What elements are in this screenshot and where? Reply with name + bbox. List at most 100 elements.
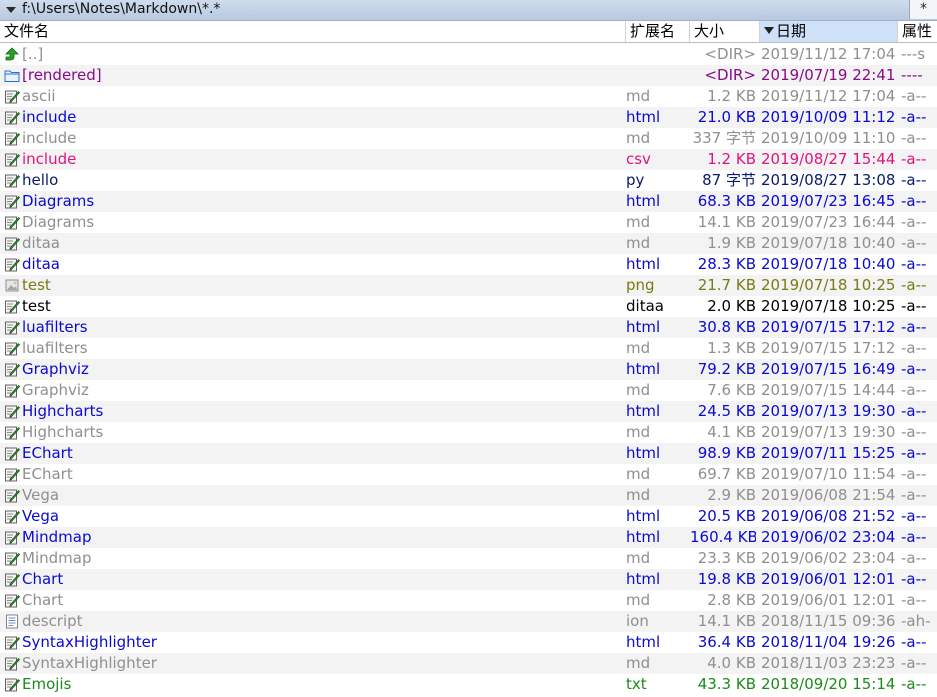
file-attr: -a-- [901, 444, 927, 462]
pen-file-icon [4, 299, 20, 314]
dropdown-arrow-icon[interactable] [6, 7, 16, 13]
file-name: ascii [22, 87, 56, 105]
file-row[interactable]: EChart html 98.9 KB 2019/07/11 15:25 -a-- [0, 443, 937, 464]
file-row[interactable]: test png 21.7 KB 2019/07/18 10:25 -a-- [0, 275, 937, 296]
file-row[interactable]: [..] <DIR> 2019/11/12 17:04 ---s [0, 44, 937, 65]
file-row[interactable]: EChart md 69.7 KB 2019/07/10 11:54 -a-- [0, 464, 937, 485]
file-size: 43.3 KB [697, 675, 756, 693]
file-row[interactable]: luafilters html 30.8 KB 2019/07/15 17:12 -a-… [0, 317, 937, 338]
file-name: Diagrams [22, 192, 95, 210]
pen-file-icon [4, 656, 20, 671]
current-path[interactable]: f:\Users\Notes\Markdown\*.* [22, 1, 220, 17]
file-row[interactable]: ditaa html 28.3 KB 2019/07/18 10:40 -a-- [0, 254, 937, 275]
file-size: 20.5 KB [697, 507, 756, 525]
file-ext: md [626, 381, 651, 399]
pen-file-icon [4, 362, 20, 377]
file-ext: md [626, 549, 651, 567]
file-row[interactable]: SyntaxHighlighter md 4.0 KB 2018/11/03 23:2… [0, 653, 937, 674]
file-row[interactable]: descript ion 14.1 KB 2018/11/15 09:36 -ah- [0, 611, 937, 632]
file-date: 2019/06/02 23:04 [761, 549, 896, 567]
file-ext: html [626, 192, 661, 210]
file-date: 2019/07/19 22:41 [761, 66, 896, 84]
file-date: 2019/10/09 11:12 [761, 108, 896, 126]
file-row[interactable]: Mindmap html 160.4 KB 2019/06/02 23:04 -a-- [0, 527, 937, 548]
file-name: EChart [22, 444, 73, 462]
file-row[interactable]: Mindmap md 23.3 KB 2019/06/02 23:04 -a-- [0, 548, 937, 569]
file-date: 2019/07/15 17:12 [761, 339, 896, 357]
file-name: include [22, 129, 77, 147]
file-attr: -a-- [901, 87, 927, 105]
file-name: [..] [22, 45, 44, 63]
column-size[interactable]: 大小 [690, 21, 760, 42]
file-ext: md [626, 486, 651, 504]
filter-button[interactable]: * [909, 0, 937, 19]
file-row[interactable]: Graphviz html 79.2 KB 2019/07/15 16:49 -a-- [0, 359, 937, 380]
pen-file-icon [4, 194, 20, 209]
column-ext[interactable]: 扩展名 [626, 21, 690, 42]
file-row[interactable]: Highcharts md 4.1 KB 2019/07/13 19:30 -a-- [0, 422, 937, 443]
file-date: 2019/07/18 10:40 [761, 255, 896, 273]
file-row[interactable]: ditaa md 1.9 KB 2019/07/18 10:40 -a-- [0, 233, 937, 254]
file-ext: ditaa [626, 297, 664, 315]
file-row[interactable]: include md 337 字节 2019/10/09 11:10 -a-- [0, 128, 937, 149]
file-date: 2019/06/02 23:04 [761, 528, 896, 546]
file-row[interactable]: include csv 1.2 KB 2019/08/27 15:44 -a-- [0, 149, 937, 170]
file-row[interactable]: hello py 87 字节 2019/08/27 13:08 -a-- [0, 170, 937, 191]
file-row[interactable]: Vega md 2.9 KB 2019/06/08 21:54 -a-- [0, 485, 937, 506]
file-size: 68.3 KB [697, 192, 756, 210]
file-row[interactable]: ascii md 1.2 KB 2019/11/12 17:04 -a-- [0, 86, 937, 107]
file-ext: md [626, 129, 651, 147]
file-ext: md [626, 339, 651, 357]
pen-file-icon [4, 677, 20, 692]
file-date: 2019/06/01 12:01 [761, 570, 896, 588]
file-row[interactable]: Vega html 20.5 KB 2019/06/08 21:52 -a-- [0, 506, 937, 527]
file-row[interactable]: SyntaxHighlighter html 36.4 KB 2018/11/04 1… [0, 632, 937, 653]
file-row[interactable]: [rendered] <DIR> 2019/07/19 22:41 ---- [0, 65, 937, 86]
file-row[interactable]: Diagrams html 68.3 KB 2019/07/23 16:45 -a-- [0, 191, 937, 212]
column-name[interactable]: 文件名 [0, 21, 626, 42]
file-name: test [22, 297, 51, 315]
file-attr: -a-- [901, 633, 927, 651]
file-ext: md [626, 654, 651, 672]
file-date: 2019/07/11 15:25 [761, 444, 896, 462]
file-row[interactable]: Emojis txt 43.3 KB 2018/09/20 15:14 -a-- [0, 674, 937, 695]
file-attr: -a-- [901, 171, 927, 189]
pen-file-icon [4, 593, 20, 608]
file-name: include [22, 150, 77, 168]
file-attr: -a-- [901, 402, 927, 420]
file-size: 30.8 KB [697, 318, 756, 336]
file-name: Mindmap [22, 528, 92, 546]
file-attr: -a-- [901, 360, 927, 378]
file-ext: csv [626, 150, 651, 168]
path-bar[interactable]: f:\Users\Notes\Markdown\*.* * [0, 0, 937, 21]
text-file-icon [4, 614, 20, 629]
file-date: 2019/06/01 12:01 [761, 591, 896, 609]
file-row[interactable]: Highcharts html 24.5 KB 2019/07/13 19:30 -a-… [0, 401, 937, 422]
file-date: 2018/09/20 15:14 [761, 675, 896, 693]
file-row[interactable]: luafilters md 1.3 KB 2019/07/15 17:12 -a-- [0, 338, 937, 359]
file-name: include [22, 108, 77, 126]
file-attr: ---s [901, 45, 926, 63]
column-attr[interactable]: 属性 [898, 21, 937, 42]
file-ext [626, 44, 690, 65]
file-name: Graphviz [22, 381, 89, 399]
file-row[interactable]: Diagrams md 14.1 KB 2019/07/23 16:44 -a-- [0, 212, 937, 233]
file-name: Diagrams [22, 213, 95, 231]
file-attr: ---- [901, 66, 923, 84]
file-size: 7.6 KB [707, 381, 756, 399]
file-ext [626, 65, 690, 86]
file-date: 2019/08/27 13:08 [761, 171, 896, 189]
file-row[interactable]: include html 21.0 KB 2019/10/09 11:12 -a-- [0, 107, 937, 128]
file-size: 69.7 KB [697, 465, 756, 483]
file-name: luafilters [22, 339, 88, 357]
file-ext: md [626, 591, 651, 609]
file-size: 21.7 KB [697, 276, 756, 294]
file-row[interactable]: Chart md 2.8 KB 2019/06/01 12:01 -a-- [0, 590, 937, 611]
folder-icon [4, 68, 20, 83]
file-row[interactable]: test ditaa 2.0 KB 2019/07/18 10:25 -a-- [0, 296, 937, 317]
file-row[interactable]: Chart html 19.8 KB 2019/06/01 12:01 -a-- [0, 569, 937, 590]
column-date[interactable]: 日期 [760, 21, 898, 42]
file-ext: html [626, 570, 661, 588]
file-date: 2019/07/15 14:44 [761, 381, 896, 399]
file-row[interactable]: Graphviz md 7.6 KB 2019/07/15 14:44 -a-- [0, 380, 937, 401]
